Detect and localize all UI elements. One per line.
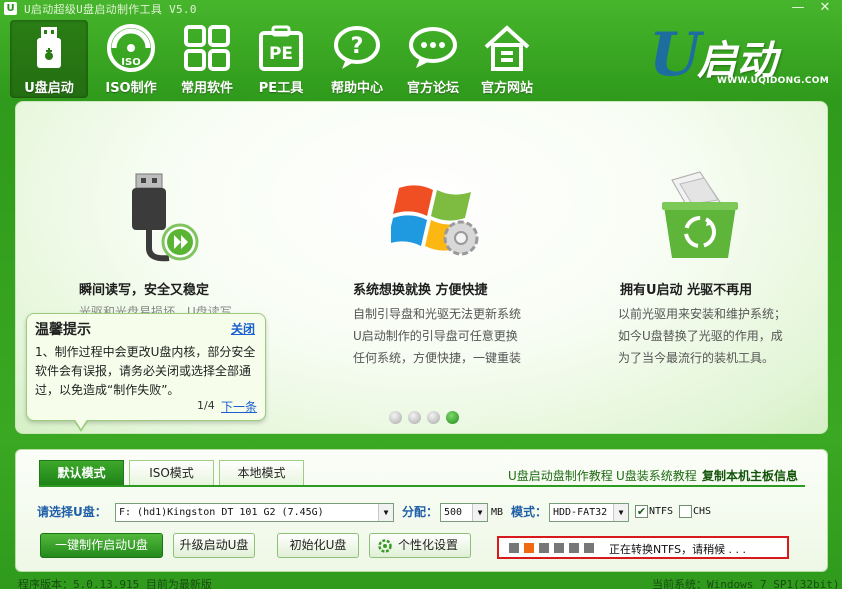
control-panel: 默认模式 ISO模式 本地模式 U盘启动盘制作教程 U盘装系统教程 复制本机主板… (15, 449, 828, 572)
tool-help[interactable]: ? 帮助中心 (318, 20, 396, 98)
progress-block (584, 543, 594, 553)
title-bar: U U启动超级U盘启动制作工具 V5.0 — ✕ (0, 0, 842, 18)
tab-local-mode[interactable]: 本地模式 (219, 460, 304, 485)
help-question-icon: ? (334, 26, 380, 69)
slide-dot-active[interactable] (446, 411, 459, 424)
tab-underline (39, 485, 805, 487)
tool-label: 官方网站 (480, 81, 533, 96)
ntfs-label: NTFS (649, 506, 674, 517)
logo-site: WWW.UQIDONG.COM (717, 76, 829, 86)
app-icon: U (4, 2, 17, 15)
personalize-button[interactable]: 个性化设置 (369, 533, 471, 558)
progress-block (509, 543, 519, 553)
slide-dot[interactable] (427, 411, 440, 424)
home-website-icon (484, 25, 530, 71)
forum-chat-icon (409, 27, 457, 68)
tool-usb-boot[interactable]: U盘启动 (10, 20, 88, 98)
copy-board-info-link[interactable]: 复制本机主板信息 (702, 467, 798, 484)
feature-desc-line: 以前光驱用来安装和维护系统； (618, 307, 787, 321)
mode-select[interactable]: HDD-FAT32 ▼ (549, 503, 629, 522)
tool-software[interactable]: 常用软件 (168, 20, 246, 98)
iso-disc-icon: ISO (107, 24, 155, 72)
tab-default-mode[interactable]: 默认模式 (39, 460, 124, 485)
alloc-unit: MB (491, 507, 504, 518)
slide-dot[interactable] (408, 411, 421, 424)
tip-popup: 温馨提示 关闭 1、制作过程中会更改U盘内核，部分安全软件会有误报，请务必关闭或… (26, 313, 266, 432)
chevron-down-icon: ▼ (472, 504, 487, 521)
upgrade-usb-button[interactable]: 升级启动U盘 (173, 533, 255, 558)
drive-select[interactable]: F: (hd1)Kingston DT 101 G2 (7.45G) ▼ (115, 503, 394, 522)
tool-label: PE工具 (258, 81, 304, 96)
tool-website[interactable]: 官方网站 (468, 20, 546, 98)
feature-desc-line: 为了当今最流行的装机工具。 (618, 351, 775, 365)
app-window: U U启动超级U盘启动制作工具 V5.0 — ✕ U盘启动 ISO ISO制作 … (0, 0, 842, 589)
make-boot-usb-button[interactable]: 一键制作启动U盘 (40, 533, 163, 558)
ntfs-checkbox[interactable]: ✔ (635, 505, 648, 518)
tool-iso[interactable]: ISO ISO制作 (92, 20, 170, 98)
chs-label: CHS (693, 506, 712, 517)
progress-text: 正在转换NTFS，请稍候 . . . (609, 543, 747, 556)
tip-body: 1、制作过程中会更改U盘内核，部分安全软件会有误报，请务必关闭或选择全部通过，以… (35, 345, 256, 397)
recycle-bin-icon (662, 171, 738, 258)
version-status: 程序版本：5.0.13.915 目前为最新版 (18, 578, 212, 589)
alloc-value: 500 (444, 507, 463, 518)
progress-block (569, 543, 579, 553)
minimize-button[interactable]: — (785, 0, 811, 18)
tool-label: ISO制作 (105, 81, 157, 96)
svg-text:?: ? (351, 34, 364, 59)
feature-desc-line: 如今U盘替换了光驱的作用，成 (618, 329, 783, 343)
tutorial-link[interactable]: U盘启动盘制作教程 (508, 467, 613, 484)
tool-pe[interactable]: PE PE工具 (242, 20, 320, 98)
tool-label: 帮助中心 (330, 81, 383, 96)
feature-title: 瞬间读写，安全又稳定 (79, 283, 210, 298)
mode-value: HDD-FAT32 (553, 507, 608, 518)
grid-apps-icon (184, 25, 230, 71)
progress-block-active (524, 543, 534, 553)
pe-tools-icon: PE (259, 25, 303, 71)
feature-title: 系统想换就换 方便快捷 (353, 283, 488, 298)
feature-title: 拥有U启动 光驱不再用 (620, 283, 753, 298)
gear-icon (378, 539, 392, 553)
mode-label: 模式： (511, 505, 548, 519)
chs-checkbox[interactable] (679, 505, 692, 518)
install-tutorial-link[interactable]: U盘装系统教程 (616, 467, 697, 484)
tip-pointer-fill (74, 418, 88, 429)
tip-close-link[interactable]: 关闭 (231, 320, 255, 337)
progress-block (554, 543, 564, 553)
logo-u-letter: U (649, 20, 702, 90)
usb-cable-icon (132, 173, 199, 262)
close-button[interactable]: ✕ (812, 0, 838, 18)
chevron-down-icon: ▼ (613, 504, 628, 521)
feature-desc-line: 自制引导盘和光驱无法更新系统 (353, 307, 522, 321)
tool-label: U盘启动 (24, 81, 74, 96)
init-usb-button[interactable]: 初始化U盘 (277, 533, 359, 558)
progress-block (539, 543, 549, 553)
alloc-select[interactable]: 500 ▼ (440, 503, 488, 522)
select-drive-label: 请选择U盘： (37, 505, 107, 519)
svg-text:PE: PE (269, 44, 293, 64)
tip-next-link[interactable]: 下一条 (221, 398, 257, 415)
tool-label: 官方论坛 (406, 81, 459, 96)
alloc-label: 分配： (402, 505, 439, 519)
system-status: 当前系统：Windows 7 SP1(32bit) (652, 578, 840, 589)
feature-desc-line: U启动制作的引导盘可任意更换 (353, 329, 518, 343)
tip-page: 1/4 (197, 399, 215, 412)
feature-desc-line: 任何系统，方便快捷，一键重装 (353, 351, 522, 365)
svg-text:ISO: ISO (121, 57, 140, 68)
windows-gear-icon (391, 185, 479, 256)
tip-title: 温馨提示 (35, 322, 91, 338)
tool-forum[interactable]: 官方论坛 (394, 20, 472, 98)
tab-iso-mode[interactable]: ISO模式 (129, 460, 214, 485)
personalize-label: 个性化设置 (397, 538, 458, 552)
brand-logo: U 启动 WWW.UQIDONG.COM (645, 20, 831, 92)
chevron-down-icon: ▼ (378, 504, 393, 521)
tool-label: 常用软件 (180, 81, 233, 96)
window-title: U启动超级U盘启动制作工具 V5.0 (24, 3, 197, 16)
drive-value: F: (hd1)Kingston DT 101 G2 (7.45G) (119, 507, 324, 518)
slide-dot[interactable] (389, 411, 402, 424)
progress-status-box: 正在转换NTFS，请稍候 . . . (497, 536, 789, 559)
usb-drive-icon (37, 27, 61, 68)
